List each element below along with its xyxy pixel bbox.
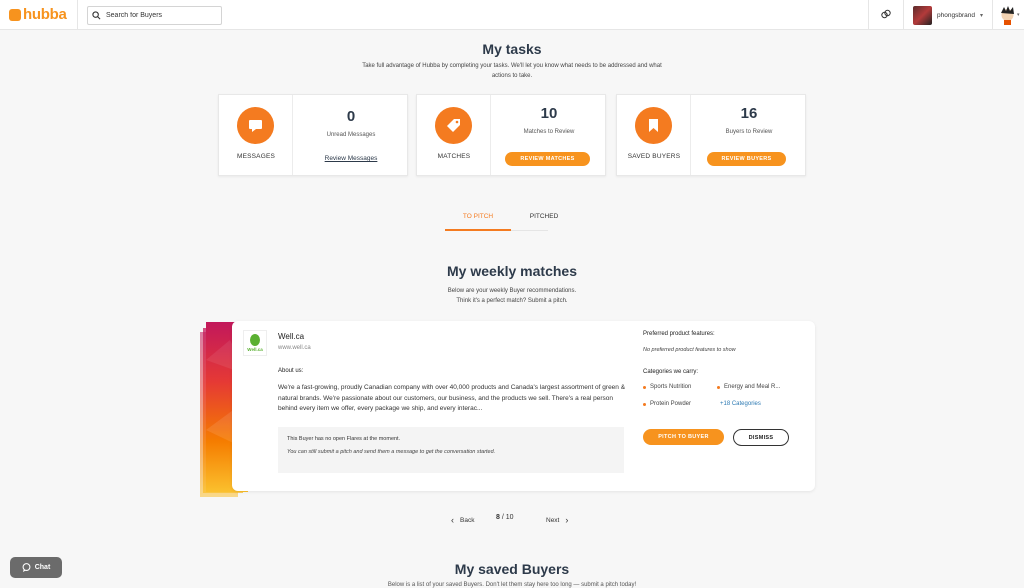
- task-card-saved-buyers: SAVED BUYERS 16 Buyers to Review REVIEW …: [616, 94, 806, 176]
- weekly-matches-title: My weekly matches: [447, 263, 577, 279]
- pager-next-label: Next: [546, 516, 560, 524]
- task-icon-circle: [435, 107, 472, 144]
- task-label: MESSAGES: [236, 153, 276, 160]
- preferred-features-note: No preferred product features to show: [643, 347, 736, 353]
- tag-icon: [447, 119, 460, 132]
- dismiss-button[interactable]: DISMISS: [733, 429, 789, 446]
- bookmark-icon: [649, 119, 658, 132]
- task-card-matches: MATCHES 10 Matches to Review REVIEW MATC…: [416, 94, 606, 176]
- search-input[interactable]: [106, 12, 216, 19]
- link-icon[interactable]: [880, 8, 892, 20]
- pager-count: 8 / 10: [496, 514, 514, 521]
- logo-mark-icon: [9, 9, 21, 21]
- search-box[interactable]: [87, 6, 222, 25]
- task-label: SAVED BUYERS: [627, 153, 681, 160]
- chat-label: Chat: [34, 564, 51, 571]
- chevron-right-icon: ›: [565, 515, 569, 525]
- tab-to-pitch[interactable]: TO PITCH: [445, 213, 511, 220]
- profile-avatar-icon[interactable]: [998, 6, 1017, 25]
- header-divider: [868, 0, 869, 30]
- task-desc: Unread Messages: [326, 132, 376, 138]
- task-card-left: SAVED BUYERS: [617, 95, 691, 175]
- header-divider: [992, 0, 993, 30]
- weekly-subtitle: Below are your weekly Buyer recommendati…: [362, 286, 662, 306]
- leaf-icon: [250, 334, 260, 346]
- bullet-icon: [717, 385, 720, 389]
- flares-title: This Buyer has no open Flares at the mom…: [287, 436, 401, 442]
- categories-label: Categories we carry:: [643, 369, 699, 375]
- flares-notice: This Buyer has no open Flares at the mom…: [278, 427, 624, 473]
- tab-pitched[interactable]: PITCHED: [511, 213, 577, 220]
- saved-buyers-title: My saved Buyers: [454, 561, 570, 577]
- category-item: Sports Nutrition: [643, 384, 691, 390]
- chevron-down-icon[interactable]: ▾: [1017, 12, 1020, 18]
- username: phongsbrand: [937, 12, 975, 19]
- preferred-features-label: Preferred product features:: [643, 331, 715, 337]
- saved-buyers-count: 16: [740, 105, 758, 122]
- unread-messages-count: 0: [346, 108, 356, 125]
- bullet-icon: [643, 385, 646, 389]
- search-icon: [92, 11, 101, 20]
- category-item: Protein Powder: [643, 401, 691, 407]
- matches-count: 10: [540, 105, 558, 122]
- avatar: [913, 6, 932, 25]
- more-categories-link[interactable]: +18 Categories: [720, 401, 761, 407]
- task-label: MATCHES: [437, 153, 471, 160]
- chat-button[interactable]: Chat: [10, 557, 62, 578]
- hubba-logo[interactable]: hubba: [9, 6, 67, 23]
- logo-text: hubba: [23, 6, 67, 23]
- pager-back[interactable]: ‹ Back: [451, 515, 474, 525]
- pager-total: 10: [505, 514, 514, 521]
- about-text: We're a fast-growing, proudly Canadian c…: [278, 384, 626, 412]
- task-icon-circle: [237, 107, 274, 144]
- chevron-down-icon: ▾: [979, 13, 983, 19]
- user-menu[interactable]: phongsbrand ▾: [913, 6, 983, 25]
- saved-buyers-subtitle: Below is a list of your saved Buyers. Do…: [387, 582, 637, 588]
- review-buyers-button[interactable]: REVIEW BUYERS: [707, 152, 786, 166]
- buyer-name[interactable]: Well.ca: [278, 332, 304, 341]
- weekly-subtitle-line: Below are your weekly Buyer recommendati…: [447, 288, 577, 294]
- pager-next[interactable]: Next ›: [546, 515, 568, 525]
- task-card-left: MATCHES: [417, 95, 491, 175]
- category-label: Protein Powder: [650, 401, 692, 407]
- category-item: Energy and Meal R...: [717, 384, 780, 390]
- about-label: About us:: [278, 368, 304, 374]
- bullet-icon: [643, 402, 646, 406]
- pager-back-label: Back: [460, 516, 475, 524]
- buyer-logo-text: Well.ca: [247, 347, 263, 352]
- review-messages-link[interactable]: Review Messages: [293, 155, 409, 162]
- top-bar: hubba phongsbrand ▾ ▾: [0, 0, 1024, 30]
- buyer-url[interactable]: www.well.ca: [278, 345, 311, 351]
- weekly-subtitle-line: Think it's a perfect match? Submit a pit…: [456, 298, 568, 304]
- category-label: Sports Nutrition: [650, 384, 692, 390]
- category-label: Energy and Meal R...: [724, 384, 781, 390]
- task-desc: Matches to Review: [523, 129, 575, 135]
- chat-bubble-icon: [22, 563, 31, 572]
- review-matches-button[interactable]: REVIEW MATCHES: [505, 152, 590, 166]
- tab-active-indicator: [445, 229, 511, 231]
- tasks-title: My tasks: [482, 41, 542, 57]
- task-icon-circle: [635, 107, 672, 144]
- pitch-to-buyer-button[interactable]: PITCH TO BUYER: [643, 429, 724, 445]
- header-divider: [77, 0, 78, 30]
- task-card-messages: MESSAGES 0 Unread Messages Review Messag…: [218, 94, 408, 176]
- flares-note: You can still submit a pitch and send th…: [287, 449, 496, 455]
- task-card-left: MESSAGES: [219, 95, 293, 175]
- header-divider: [903, 0, 904, 30]
- tasks-subtitle: Take full advantage of Hubba by completi…: [362, 63, 662, 79]
- chevron-left-icon: ‹: [451, 515, 454, 525]
- buyer-logo: Well.ca: [243, 330, 267, 356]
- task-desc: Buyers to Review: [725, 129, 773, 135]
- message-icon: [249, 120, 262, 132]
